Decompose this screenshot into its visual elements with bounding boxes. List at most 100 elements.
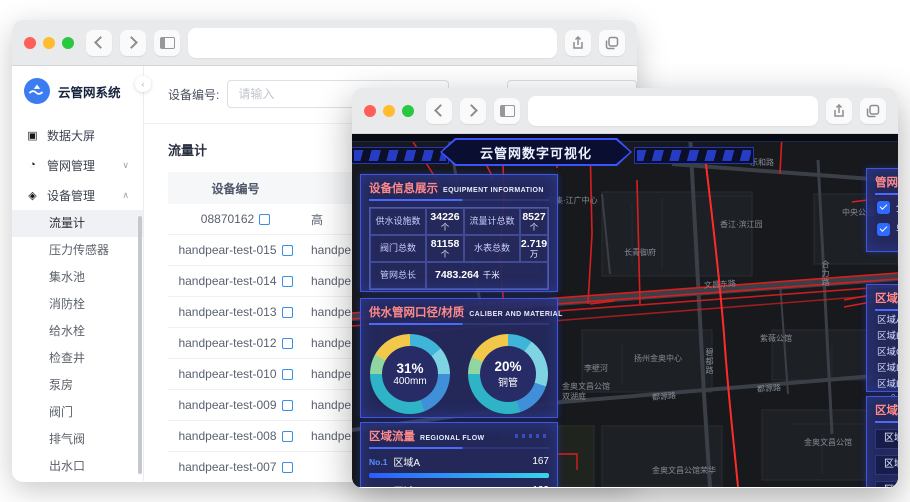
panel-title: 区域流量 xyxy=(875,405,898,417)
stat-value: 8527 xyxy=(522,210,546,223)
sidebar-subitem-exhaust-valve[interactable]: 排气阀 xyxy=(12,426,143,453)
legend-row: 区域C xyxy=(867,343,898,359)
map-label: 合力路 xyxy=(821,260,830,287)
address-bar[interactable] xyxy=(188,27,557,58)
sidebar-subitem-pump-house[interactable]: 泵房 xyxy=(12,372,143,399)
stat-value: 81158 xyxy=(430,237,460,250)
map-label: 都源路 xyxy=(651,390,677,403)
pipe-layers-panel: 管网图层 全选 导入 xyxy=(866,168,898,252)
sidebar-item-label: 管网管理 xyxy=(47,158,96,173)
back-button[interactable] xyxy=(426,97,452,124)
device-code: handpear-test-009 xyxy=(178,398,277,412)
close-window-button[interactable] xyxy=(24,36,36,49)
region-flow-list-panel: 区域流量 区域B 区域C 区域D 区域E xyxy=(866,396,898,487)
visualization-dashboard: 乐和路 中集·江广中心 香江·滨江园 中央公园 长青御府 文昌东路 扬州金奥中心… xyxy=(352,134,898,487)
chevron-right-icon xyxy=(125,36,138,49)
rank-badge: No.1 xyxy=(369,456,388,467)
sidebar-subitem-outlet[interactable]: 出水口 xyxy=(12,453,143,480)
region-name: 区域A xyxy=(393,458,421,469)
legend-label: 区域D xyxy=(877,363,898,374)
logo-icon xyxy=(24,78,50,104)
share-button[interactable] xyxy=(565,29,591,56)
legend-row: 区域D xyxy=(867,359,898,375)
header-band xyxy=(352,134,898,142)
map-label: 碧都路 xyxy=(705,348,714,375)
region-row[interactable]: 区域D xyxy=(875,481,898,487)
region-value: 123 xyxy=(532,485,549,487)
sidebar-subitem-water-hydrant[interactable]: 给水栓 xyxy=(12,318,143,345)
sidebar-subitem-water-source-well[interactable]: 水源井 xyxy=(12,480,143,482)
checkbox-label: 导入 xyxy=(896,222,898,237)
sidebar-subitem-fire-hydrant[interactable]: 消防栓 xyxy=(12,291,143,318)
copy-icon[interactable] xyxy=(278,399,293,411)
dashboard-icon: ▣ xyxy=(27,129,38,142)
region-row[interactable]: 区域B xyxy=(875,429,898,449)
stat-value: 7483.264 xyxy=(435,269,479,282)
share-icon xyxy=(573,35,583,49)
copy-icon[interactable] xyxy=(256,213,271,225)
minimize-window-button[interactable] xyxy=(43,36,55,49)
map-label: 紫薇公馆 xyxy=(760,334,792,343)
address-bar[interactable] xyxy=(528,95,818,126)
sidebar-layout-icon xyxy=(499,104,515,117)
legend-label: 区域B xyxy=(877,331,898,342)
stat-label: 流量计总数 xyxy=(469,216,515,227)
forward-button[interactable] xyxy=(460,97,486,124)
device-code: 08870162 xyxy=(200,212,255,226)
sidebar-subitem-inspection-well[interactable]: 检查井 xyxy=(12,345,143,372)
title-underline xyxy=(875,421,898,423)
sidebar-subitem-flowmeter[interactable]: 流量计 xyxy=(12,210,143,237)
forward-button[interactable] xyxy=(120,29,146,56)
sidebar-subitem-catch-basin[interactable]: 集水池 xyxy=(12,264,143,291)
copy-icon[interactable] xyxy=(278,275,293,287)
tabs-button[interactable] xyxy=(860,97,886,124)
stat-unit: 个 xyxy=(440,221,450,232)
close-window-button[interactable] xyxy=(364,104,376,117)
copy-icon[interactable] xyxy=(278,337,293,349)
copy-icon[interactable] xyxy=(278,306,293,318)
sidebar-scrollbar[interactable] xyxy=(138,216,142,474)
header-decoration-left xyxy=(352,147,449,164)
back-button[interactable] xyxy=(86,29,112,56)
device-icon: ◈ xyxy=(28,189,37,202)
sidebar-subitem-valve[interactable]: 阀门 xyxy=(12,399,143,426)
copy-icon[interactable] xyxy=(278,430,293,442)
dashboard-title-badge: 云管网数字可视化 xyxy=(440,138,632,166)
donut-percentage: 20% xyxy=(494,359,522,374)
rank-badge: No.2 xyxy=(369,486,387,488)
share-button[interactable] xyxy=(826,97,852,124)
zoom-window-button[interactable] xyxy=(62,36,74,49)
zoom-window-button[interactable] xyxy=(402,104,414,117)
panel-subtitle: CALIBER AND MATERIAL xyxy=(469,311,563,318)
sidebar-collapse-button[interactable]: ‹ xyxy=(135,76,151,92)
copy-icon[interactable] xyxy=(278,244,293,256)
device-code: handpear-test-007 xyxy=(178,460,277,474)
region-value: 167 xyxy=(532,456,549,467)
sidebar-item-data-screen[interactable]: ▣ 数据大屏 xyxy=(12,120,143,150)
checkbox-checked[interactable] xyxy=(877,223,890,236)
sidebar-toggle-button[interactable] xyxy=(494,97,520,124)
device-code: handpear-test-010 xyxy=(178,367,277,381)
title-underline xyxy=(369,323,549,325)
flow-rank-row: No.1 区域A 167 xyxy=(361,449,557,469)
head-decor xyxy=(515,434,549,438)
donut-percentage: 31% xyxy=(396,361,424,376)
sidebar-toggle-button[interactable] xyxy=(154,29,180,56)
sidebar-subitem-pressure-sensor[interactable]: 压力传感器 xyxy=(12,237,143,264)
checkbox-checked[interactable] xyxy=(877,201,890,214)
region-row[interactable]: 区域C xyxy=(875,455,898,475)
title-underline xyxy=(369,199,549,201)
map-label: 金奥文昌公馆荣华 xyxy=(652,466,716,475)
minimize-window-button[interactable] xyxy=(383,104,395,117)
panel-subtitle: EQUIPMENT INFORMATION xyxy=(443,187,544,194)
pipe-network-icon: ◔ xyxy=(29,159,36,171)
tabs-button[interactable] xyxy=(599,29,625,56)
sidebar-item-device-mgmt[interactable]: ◈ 设备管理 ∧ xyxy=(12,180,143,210)
table-header-device-code: 设备编号 xyxy=(211,181,260,196)
copy-icon[interactable] xyxy=(278,368,293,380)
copy-icon[interactable] xyxy=(278,461,293,473)
flow-rank-row: No.2 区域C 123 xyxy=(361,478,557,487)
stat-label: 供水设施数 xyxy=(375,216,421,227)
regional-flow-panel: 区域流量 REGIONAL FLOW No.1 区域A 167 No.2 区域C… xyxy=(360,422,558,487)
sidebar-item-pipe-mgmt[interactable]: ◔ 管网管理 ∨ xyxy=(12,150,143,180)
